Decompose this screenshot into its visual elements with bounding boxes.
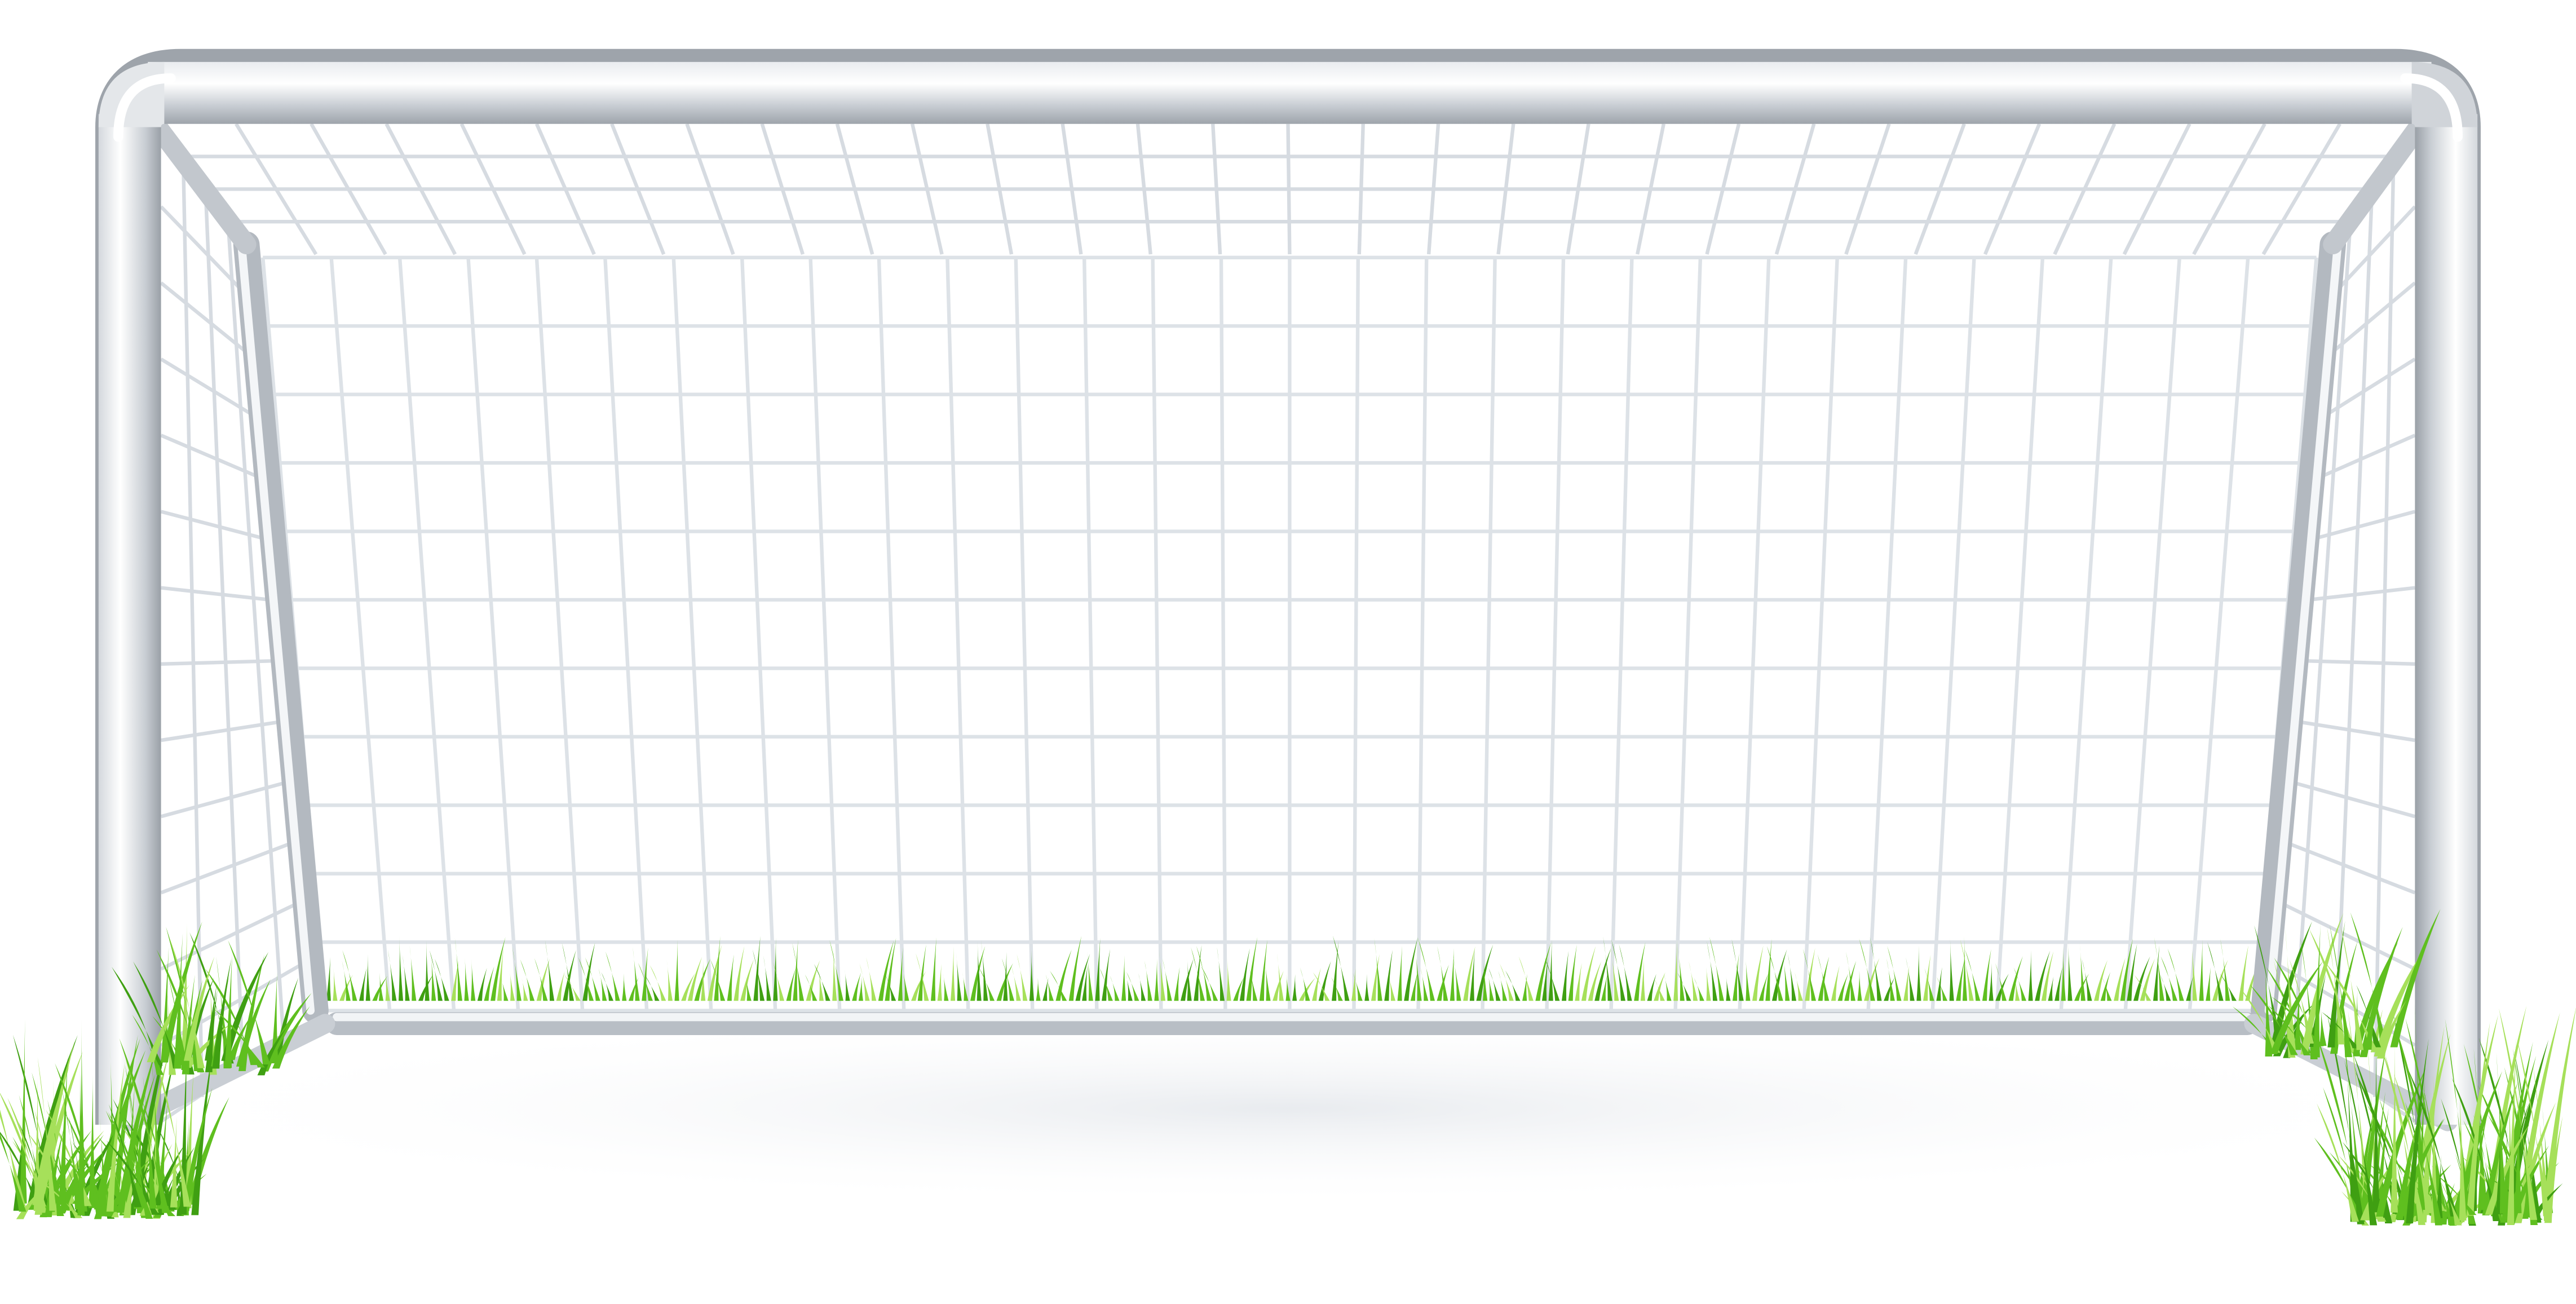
soccer-goal-illustration — [0, 48, 2576, 1226]
grass-strip-back — [326, 935, 2274, 1001]
right-post — [2415, 114, 2478, 1125]
goal-net-back — [261, 255, 2318, 1013]
goal-net-roof — [159, 123, 2417, 255]
crossbar — [148, 61, 2432, 124]
left-post — [98, 114, 161, 1125]
ground-shadow — [105, 1010, 2471, 1206]
